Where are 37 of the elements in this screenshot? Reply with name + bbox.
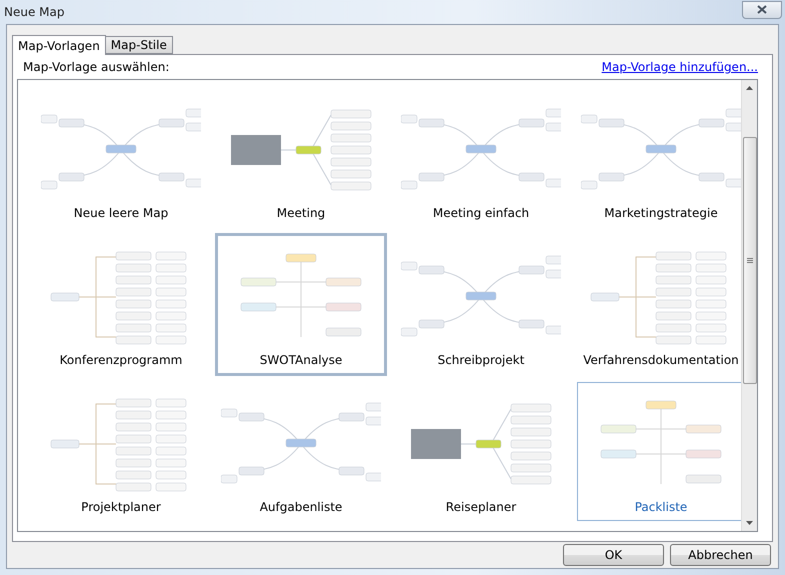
- template-label: Konferenzprogramm: [60, 353, 182, 367]
- dialog-button[interactable]: Abbrechen: [670, 544, 771, 566]
- template-label: Meeting: [276, 206, 326, 220]
- template-label: Packliste: [634, 500, 688, 514]
- template-tile[interactable]: Verfahrensdokumentation: [577, 235, 741, 374]
- template-label: Neue leere Map: [74, 206, 168, 220]
- template-label: Marketingstrategie: [604, 206, 718, 220]
- tab[interactable]: Map-Stile: [104, 36, 173, 54]
- template-label: Reiseplaner: [446, 500, 516, 514]
- template-tile[interactable]: Packliste: [577, 382, 741, 521]
- scroll-down-icon: [746, 521, 753, 525]
- template-tile[interactable]: SWOTAnalyse: [215, 233, 387, 376]
- template-tile[interactable]: Meeting einfach: [397, 88, 565, 227]
- template-label: Schreibprojekt: [438, 353, 524, 367]
- prompt-label: Map-Vorlage auswählen:: [23, 60, 170, 74]
- template-tile[interactable]: Neue leere Map: [37, 88, 205, 227]
- template-label: SWOTAnalyse: [260, 353, 342, 367]
- scroll-up-icon: [746, 86, 753, 90]
- template-label: Projektplaner: [81, 500, 161, 514]
- close-icon: [757, 5, 767, 14]
- template-tile[interactable]: Marketingstrategie: [577, 88, 741, 227]
- template-tile[interactable]: Konferenzprogramm: [37, 235, 205, 374]
- scrollbar[interactable]: [741, 80, 757, 531]
- template-label: Verfahrensdokumentation: [583, 353, 739, 367]
- template-tile[interactable]: Meeting: [217, 88, 385, 227]
- template-tile[interactable]: Projektplaner: [37, 382, 205, 521]
- dialog-button[interactable]: OK: [563, 544, 664, 566]
- template-label: Meeting einfach: [432, 206, 530, 220]
- template-tile[interactable]: Reiseplaner: [397, 382, 565, 521]
- tab[interactable]: Map-Vorlagen: [12, 35, 106, 55]
- window-title: Neue Map: [4, 5, 64, 19]
- template-tile[interactable]: Aufgabenliste: [217, 382, 385, 521]
- template-label: Aufgabenliste: [260, 500, 342, 514]
- add-template-link[interactable]: Map-Vorlage hinzufügen...: [602, 60, 758, 74]
- scroll-thumb[interactable]: [742, 137, 756, 384]
- close-button[interactable]: [742, 0, 782, 18]
- template-tile[interactable]: Schreibprojekt: [397, 235, 565, 374]
